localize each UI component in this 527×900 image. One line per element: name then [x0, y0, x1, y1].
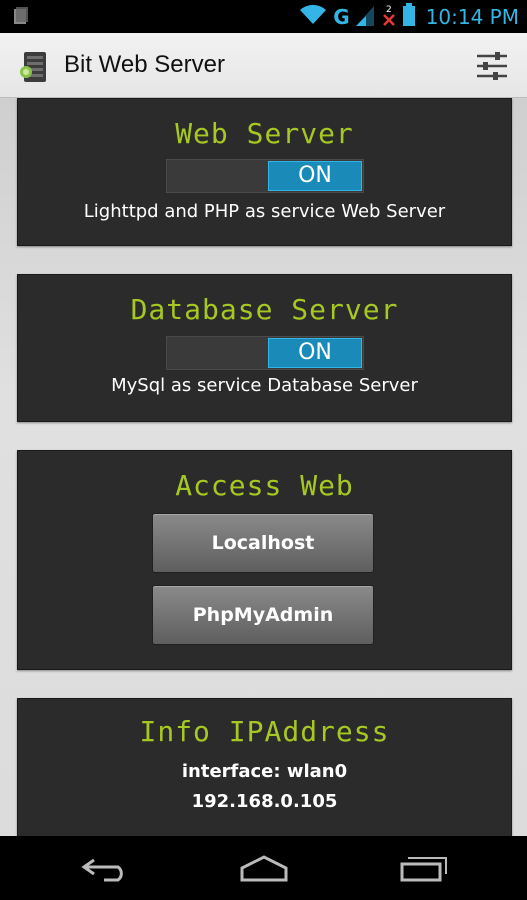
database-server-panel: Database Server ON MySql as service Data…	[17, 274, 512, 422]
navigation-bar	[0, 836, 527, 900]
toggle-on-label: ON	[268, 161, 362, 191]
panel-title: Web Server	[175, 117, 354, 150]
localhost-button[interactable]: Localhost	[152, 513, 374, 573]
database-server-toggle[interactable]: ON	[166, 336, 364, 370]
panel-title: Access Web	[175, 469, 354, 502]
battery-icon	[402, 2, 416, 31]
home-icon[interactable]	[238, 854, 290, 886]
settings-sliders-icon[interactable]	[473, 47, 511, 85]
app-notification-icon	[12, 7, 30, 29]
network-type-label: G	[333, 4, 350, 29]
ip-address-value: 192.168.0.105	[191, 791, 338, 812]
status-icons: G 2 10:14 PM	[299, 0, 519, 33]
action-bar: Bit Web Server	[0, 33, 527, 98]
web-server-panel: Web Server ON Lighttpd and PHP as servic…	[17, 98, 512, 246]
panel-title: Info IPAddress	[139, 715, 390, 748]
panel-description: Lighttpd and PHP as service Web Server	[83, 201, 446, 222]
clock: 10:14 PM	[425, 4, 519, 29]
access-web-panel: Access Web Localhost PhpMyAdmin	[17, 450, 512, 670]
svg-text:2: 2	[386, 5, 392, 15]
missed-notification-icon: 2	[382, 3, 396, 31]
server-app-icon	[18, 48, 56, 90]
wifi-icon	[299, 4, 327, 30]
web-server-toggle[interactable]: ON	[166, 159, 364, 193]
panel-title: Database Server	[130, 293, 399, 326]
panel-description: MySql as service Database Server	[111, 375, 418, 396]
phpmyadmin-button[interactable]: PhpMyAdmin	[152, 585, 374, 645]
info-ipaddress-panel: Info IPAddress interface: wlan0 192.168.…	[17, 698, 512, 836]
app-title: Bit Web Server	[64, 51, 225, 78]
interface-label: interface: wlan0	[181, 761, 348, 782]
signal-icon	[355, 4, 376, 30]
main-content[interactable]: Web Server ON Lighttpd and PHP as servic…	[0, 98, 527, 836]
recent-apps-icon[interactable]	[398, 854, 448, 886]
status-bar: G 2 10:14 PM	[0, 0, 527, 33]
back-icon[interactable]	[80, 854, 130, 886]
toggle-on-label: ON	[268, 338, 362, 368]
